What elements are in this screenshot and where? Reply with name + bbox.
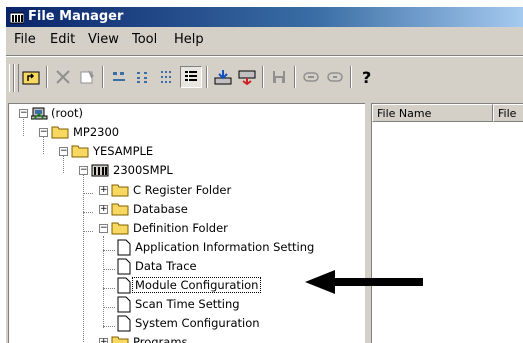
toolbar-separator [350, 66, 352, 88]
computer-root-icon [31, 107, 48, 120]
small-icons-view-button[interactable] [108, 66, 130, 88]
menu-view[interactable]: View [86, 32, 121, 47]
tree-node-system-configuration[interactable]: System Configuration [9, 314, 289, 332]
collapse-toggle[interactable]: − [79, 166, 88, 175]
tree-label-selected: Module Configuration [132, 277, 262, 293]
collapse-toggle[interactable]: − [99, 224, 108, 233]
download-icon [214, 70, 232, 85]
controller-icon [91, 164, 109, 177]
folder-open-icon [71, 145, 89, 158]
menu-tool[interactable]: Tool [130, 32, 159, 47]
toolbar: ? [6, 55, 523, 102]
title-bar[interactable]: File Manager [6, 7, 523, 27]
details-view-icon [161, 71, 171, 83]
file-list-pane[interactable]: File Name File [371, 103, 523, 343]
large-details-view-icon [185, 71, 197, 83]
toolbar-separator [206, 66, 208, 88]
tree-node-root[interactable]: − (root) [9, 104, 129, 122]
up-folder-button[interactable] [20, 66, 42, 88]
folder-tree-pane[interactable]: − (root) − MP2300 − YESAMPLE − 2300SMPL … [8, 103, 365, 343]
document-icon [117, 277, 131, 294]
menu-bar: File Edit View Tool Help [6, 29, 523, 51]
save-button[interactable] [268, 66, 290, 88]
column-header-file-name[interactable]: File Name [372, 104, 493, 122]
tree-label: 2300SMPL [113, 163, 173, 177]
properties-button[interactable] [76, 66, 98, 88]
upload-icon [238, 70, 256, 85]
tree-label: Scan Time Setting [135, 297, 240, 311]
folder-open-icon [111, 222, 129, 235]
expand-toggle[interactable]: + [99, 205, 108, 214]
details-view-button[interactable] [156, 66, 178, 88]
link-icon [303, 72, 319, 82]
tree-node-definition-folder[interactable]: − Definition Folder [9, 219, 269, 237]
toolbar-separator [294, 66, 296, 88]
save-icon [273, 71, 285, 83]
toolbar-separator [262, 66, 264, 88]
window-title: File Manager [28, 9, 124, 24]
tree-label: Definition Folder [133, 221, 228, 235]
tree-label: (root) [51, 106, 84, 120]
file-manager-window: File Manager File Edit View Tool Help ? … [5, 6, 523, 343]
document-icon [117, 239, 131, 256]
tree-label: System Configuration [135, 316, 260, 330]
folder-icon [111, 184, 129, 197]
menu-edit[interactable]: Edit [48, 32, 77, 47]
list-view-button[interactable] [132, 66, 154, 88]
link-button[interactable] [300, 66, 322, 88]
tree-node-scan-time-setting[interactable]: Scan Time Setting [9, 295, 269, 313]
unlink-icon [327, 72, 343, 82]
expand-toggle[interactable]: + [99, 186, 108, 195]
annotation-arrow-icon [305, 270, 423, 294]
large-details-view-button[interactable] [180, 66, 202, 88]
document-icon [117, 296, 131, 313]
help-icon: ? [362, 68, 371, 86]
collapse-toggle[interactable]: − [59, 147, 68, 156]
upload-button[interactable] [236, 66, 258, 88]
tree-label: Data Trace [135, 259, 197, 273]
help-button[interactable]: ? [356, 66, 378, 88]
up-folder-icon [22, 71, 40, 85]
delete-icon [56, 70, 70, 84]
folder-open-icon [51, 126, 69, 139]
tree-node-database[interactable]: + Database [9, 200, 229, 218]
expand-toggle[interactable]: + [99, 338, 108, 343]
document-icon [117, 258, 131, 275]
unlink-button[interactable] [324, 66, 346, 88]
toolbar-separator [102, 66, 104, 88]
tree-node-mp2300[interactable]: − MP2300 [9, 123, 149, 141]
toolbar-separator [46, 66, 48, 88]
menu-help[interactable]: Help [172, 32, 206, 47]
column-header-file[interactable]: File [493, 104, 523, 122]
tree-node-data-trace[interactable]: Data Trace [9, 257, 229, 275]
file-manager-icon [10, 12, 24, 24]
svg-text:?: ? [362, 68, 371, 86]
tree-label: Database [133, 202, 188, 216]
tree-label: YESAMPLE [93, 144, 154, 158]
tree-node-application-information-setting[interactable]: Application Information Setting [9, 238, 365, 256]
delete-button[interactable] [52, 66, 74, 88]
tree-node-yesample[interactable]: − YESAMPLE [9, 142, 169, 160]
tree-label: Application Information Setting [135, 240, 315, 254]
small-icons-view-icon [113, 72, 125, 81]
download-button[interactable] [212, 66, 234, 88]
document-icon [117, 315, 131, 332]
tree-label: C Register Folder [133, 183, 232, 197]
list-view-icon [137, 72, 147, 83]
tree-node-module-configuration[interactable]: Module Configuration [9, 276, 309, 294]
properties-icon [80, 70, 94, 84]
toolbar-grip[interactable] [14, 64, 19, 92]
tree-node-2300smpl[interactable]: − 2300SMPL [9, 161, 189, 179]
tree-label: MP2300 [73, 125, 120, 139]
collapse-toggle[interactable]: − [19, 109, 28, 118]
tree-node-c-register-folder[interactable]: + C Register Folder [9, 181, 289, 199]
menu-file[interactable]: File [12, 32, 38, 47]
folder-icon [111, 203, 129, 216]
collapse-toggle[interactable]: − [39, 128, 48, 137]
